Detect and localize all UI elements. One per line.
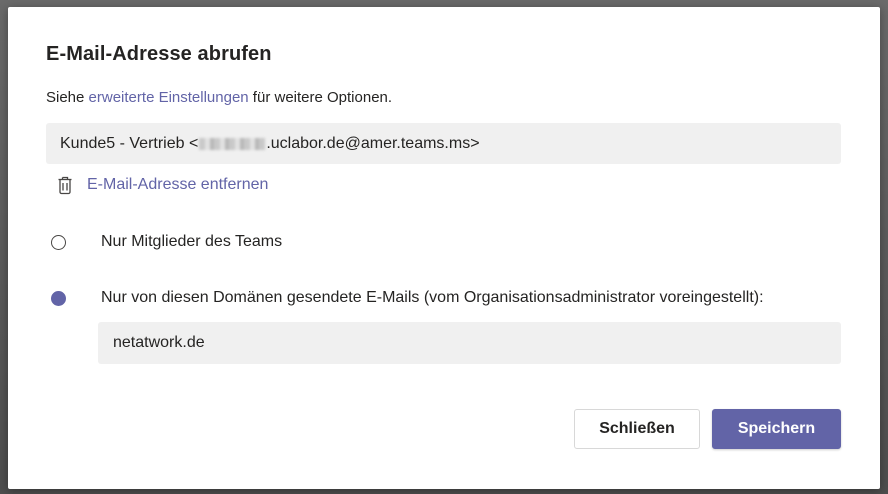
radio-team-members-only[interactable]: Nur Mitglieder des Teams [51, 233, 282, 251]
radio-team-members-label: Nur Mitglieder des Teams [101, 233, 283, 250]
subtitle-prefix: Siehe [46, 89, 89, 106]
radio-domains-only[interactable]: Nur von diesen Domänen gesendete E-Mails… [51, 289, 764, 307]
radio-unselected-icon[interactable] [51, 234, 66, 250]
remove-email-label: E-Mail-Adresse entfernen [87, 176, 269, 193]
email-address-field: Kunde5 - Vertrieb < .uclabor.de@amer.team… [46, 123, 841, 164]
redacted-text [199, 137, 266, 150]
domain-field[interactable]: netatwork.de [98, 322, 841, 364]
radio-selected-icon[interactable] [51, 290, 66, 306]
email-prefix: Kunde5 - Vertrieb < [60, 134, 199, 152]
remove-email-button[interactable]: E-Mail-Adresse entfernen [56, 175, 268, 195]
advanced-settings-link[interactable]: erweiterte Einstellungen [89, 89, 249, 106]
domain-value: netatwork.de [113, 334, 205, 351]
trash-icon [58, 176, 72, 195]
radio-domains-label: Nur von diesen Domänen gesendete E-Mails… [101, 289, 764, 306]
subtitle-suffix: für weitere Optionen. [248, 89, 393, 106]
email-suffix: .uclabor.de@amer.teams.ms> [266, 134, 480, 152]
email-dialog: E-Mail-Adresse abrufen Siehe erweiterte … [8, 7, 880, 489]
dialog-title: E-Mail-Adresse abrufen [46, 43, 272, 65]
close-button[interactable]: Schließen [574, 409, 700, 449]
save-button[interactable]: Speichern [712, 409, 841, 449]
dialog-subtitle: Siehe erweiterte Einstellungen für weite… [46, 89, 392, 106]
